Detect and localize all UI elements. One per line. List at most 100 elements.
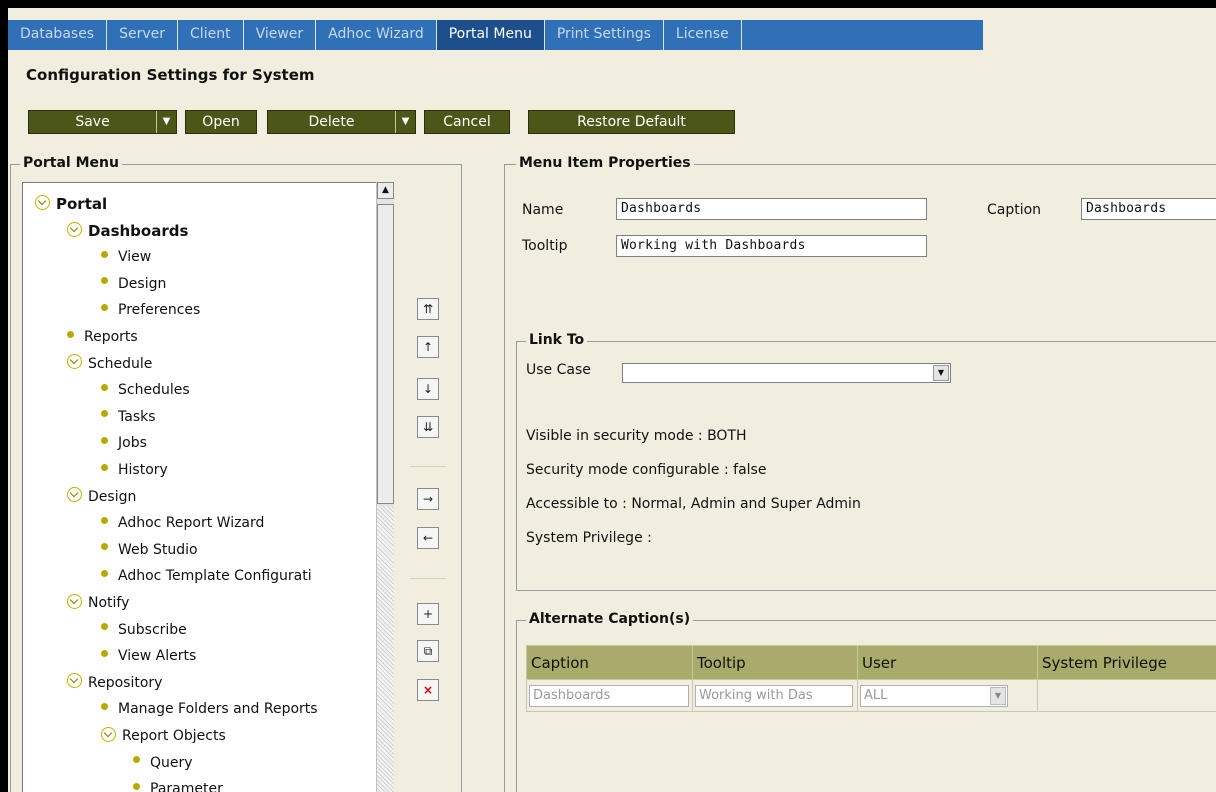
- move-up-icon[interactable]: ↑: [417, 336, 439, 358]
- bullet-icon: [101, 436, 108, 444]
- move-down-icon[interactable]: ↓: [417, 378, 439, 400]
- indent-icon[interactable]: →: [417, 488, 439, 510]
- tab-adhoc-wizard[interactable]: Adhoc Wizard: [316, 20, 437, 50]
- tab-license[interactable]: License: [664, 20, 742, 50]
- tooltip-input[interactable]: Working with Dashboards: [616, 235, 927, 257]
- scroll-thumb[interactable]: [377, 204, 394, 504]
- expand-icon[interactable]: [67, 673, 82, 689]
- tab-client[interactable]: Client: [178, 20, 244, 50]
- user-select[interactable]: ALL ▼: [860, 684, 1008, 707]
- bullet-icon: [101, 516, 108, 524]
- expand-icon[interactable]: [67, 221, 82, 237]
- table-header-row: Caption Tooltip User System Privilege: [526, 645, 1216, 680]
- cancel-button[interactable]: Cancel: [424, 110, 510, 134]
- portal-menu-legend: Portal Menu: [20, 155, 122, 171]
- save-label: Save: [75, 114, 110, 130]
- tree-item[interactable]: Dashboards: [67, 218, 188, 244]
- delete-button[interactable]: Delete ▼: [267, 110, 416, 134]
- bullet-icon: [101, 303, 108, 311]
- expand-icon[interactable]: [67, 593, 82, 609]
- restore-default-button[interactable]: Restore Default: [528, 110, 735, 134]
- menu-item-properties-legend: Menu Item Properties: [516, 155, 694, 171]
- tree-item[interactable]: Design: [67, 484, 136, 510]
- use-case-label: Use Case: [526, 362, 591, 378]
- tree-item-label: Dashboards: [88, 221, 189, 240]
- chevron-down-icon[interactable]: ▼: [933, 365, 949, 381]
- bullet-icon: [101, 649, 108, 657]
- scroll-track[interactable]: [377, 506, 394, 792]
- tree-item[interactable]: Adhoc Template Configurati: [101, 563, 312, 589]
- move-bottom-icon[interactable]: ⇊: [417, 416, 439, 438]
- tree-item-label: Jobs: [118, 435, 147, 452]
- menu-tree[interactable]: Portal Dashboards View Design Preferences Rep…: [22, 182, 394, 792]
- bullet-icon: [101, 623, 108, 631]
- bullet-icon: [101, 410, 108, 418]
- move-top-icon[interactable]: ⇈: [417, 298, 439, 320]
- tree-item[interactable]: History: [101, 457, 168, 483]
- tree-item[interactable]: Notify: [67, 590, 129, 616]
- copy-icon[interactable]: ⧉: [417, 640, 439, 662]
- accessible-text: Accessible to : Normal, Admin and Super …: [526, 496, 861, 512]
- tab-server[interactable]: Server: [107, 20, 179, 50]
- tabs-strip: Databases Server Client Viewer Adhoc Wizard P…: [8, 20, 983, 50]
- tree-item[interactable]: Portal: [35, 191, 107, 217]
- bullet-icon: [101, 277, 108, 285]
- column-header: Tooltip: [692, 645, 858, 680]
- open-button[interactable]: Open: [185, 110, 257, 134]
- save-dropdown-icon[interactable]: ▼: [156, 111, 176, 133]
- tree-item[interactable]: Schedules: [101, 377, 190, 403]
- tree-item-label: Notify: [88, 595, 130, 611]
- expand-icon[interactable]: [35, 195, 50, 210]
- tree-item[interactable]: Tasks: [101, 404, 156, 430]
- tab-databases[interactable]: Databases: [8, 20, 108, 50]
- caption-cell: Dashboards: [526, 679, 693, 712]
- alt-tooltip-input[interactable]: Working with Das: [695, 684, 853, 707]
- name-input[interactable]: Dashboards: [616, 198, 927, 220]
- scroll-up-icon[interactable]: ▲: [377, 182, 394, 199]
- user-value: ALL: [864, 687, 888, 703]
- tree-item[interactable]: Parameter: [133, 776, 223, 792]
- caption-label: Caption: [987, 202, 1042, 218]
- tree-item[interactable]: View: [101, 244, 151, 270]
- tree-item-label: Design: [118, 275, 167, 292]
- expand-icon[interactable]: [101, 726, 116, 742]
- tree-item[interactable]: Design: [101, 271, 166, 297]
- tree-item[interactable]: Repository: [67, 670, 162, 696]
- save-button[interactable]: Save ▼: [28, 110, 177, 134]
- tree-item[interactable]: Reports: [67, 324, 138, 350]
- use-case-select[interactable]: ▼: [622, 363, 951, 383]
- tree-item[interactable]: Preferences: [101, 297, 200, 323]
- privilege-cell: [1037, 679, 1216, 712]
- tree-item[interactable]: Report Objects: [101, 723, 226, 749]
- outdent-icon[interactable]: ←: [417, 527, 439, 549]
- tree-item[interactable]: Jobs: [101, 430, 147, 456]
- expand-icon[interactable]: [67, 354, 82, 370]
- column-header: User: [857, 645, 1038, 680]
- tree-item[interactable]: Query: [133, 750, 193, 776]
- tree-item[interactable]: Subscribe: [101, 617, 187, 643]
- bullet-icon: [101, 383, 108, 391]
- tree-scrollbar[interactable]: ▲: [376, 182, 394, 792]
- expand-icon[interactable]: [67, 487, 82, 503]
- tooltip-cell: Working with Das: [692, 679, 858, 712]
- chevron-down-icon[interactable]: ▼: [990, 686, 1006, 705]
- caption-input[interactable]: Dashboards: [1081, 198, 1216, 220]
- tree-item-label: View: [118, 249, 152, 266]
- add-icon[interactable]: +: [417, 603, 439, 625]
- tab-print-settings[interactable]: Print Settings: [545, 20, 664, 50]
- tree-item-label: Preferences: [118, 302, 201, 319]
- tab-viewer[interactable]: Viewer: [244, 20, 317, 50]
- privilege-text: System Privilege :: [526, 530, 652, 546]
- alt-caption-input[interactable]: Dashboards: [529, 684, 689, 707]
- tree-item[interactable]: Manage Folders and Reports: [101, 696, 318, 722]
- tree-item-label: Reports: [84, 329, 138, 345]
- delete-icon[interactable]: ×: [417, 679, 439, 701]
- configurable-text: Security mode configurable : false: [526, 462, 767, 478]
- tree-item[interactable]: Schedule: [67, 351, 152, 377]
- tree-item-label: Repository: [88, 674, 163, 691]
- tree-item[interactable]: Web Studio: [101, 537, 198, 563]
- tab-portal-menu[interactable]: Portal Menu: [436, 20, 545, 50]
- delete-dropdown-icon[interactable]: ▼: [395, 111, 415, 133]
- tree-item[interactable]: Adhoc Report Wizard: [101, 510, 264, 536]
- tree-item[interactable]: View Alerts: [101, 643, 196, 669]
